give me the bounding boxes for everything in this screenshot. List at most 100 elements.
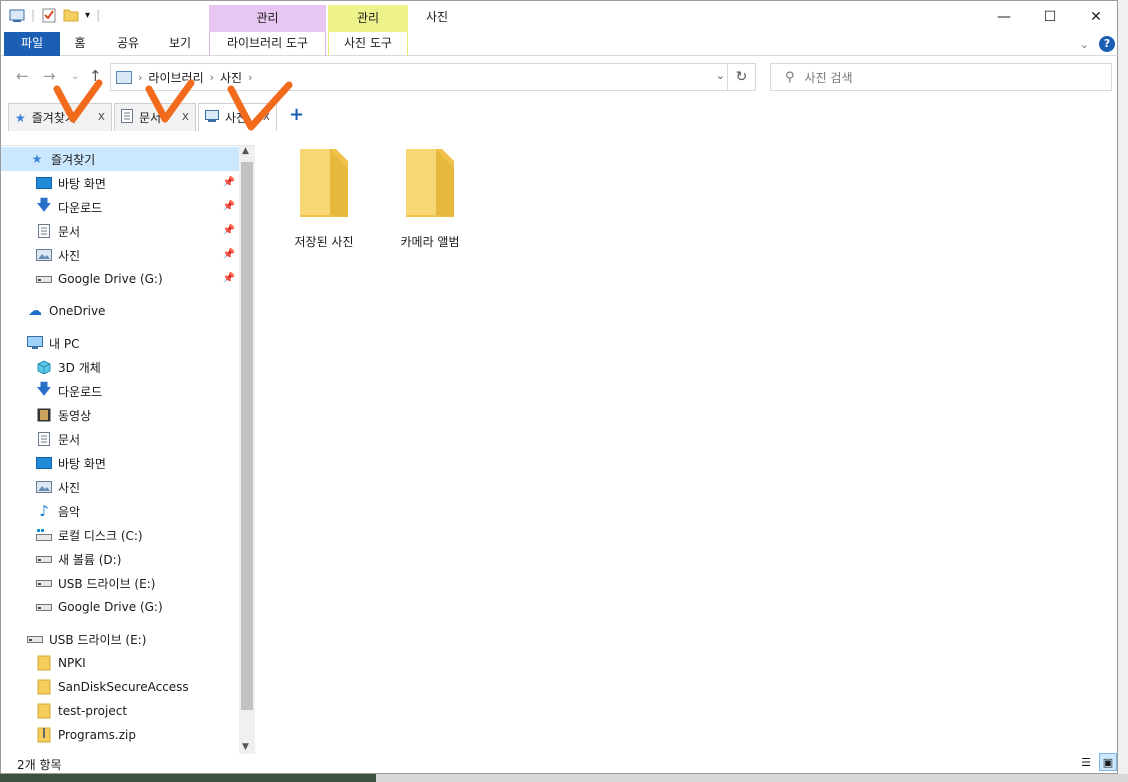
address-bar[interactable]: › 라이브러리 › 사진 › ⌄ ↻ [110,63,756,91]
new-tab-plus-icon[interactable]: + [289,104,304,125]
nav-music[interactable]: ♪ 음악 [1,499,239,523]
context-tab-manage-pictures[interactable]: 관리 [328,5,408,32]
refresh-icon[interactable]: ↻ [727,64,755,90]
pin-icon[interactable]: 📌 [223,249,235,260]
close-tab-icon[interactable]: x [98,109,105,123]
tab-pictures[interactable]: 사진 x [198,103,277,131]
pictures-icon [36,479,52,495]
title-bar: | ▾ | 관리 관리 사진 — ☐ ✕ [1,1,1119,33]
folder-saved-pictures[interactable]: 저장된 사진 [279,147,369,250]
tab-documents[interactable]: 문서 x [114,103,196,131]
pin-icon[interactable]: 📌 [223,201,235,212]
nav-videos[interactable]: 동영상 [1,403,239,427]
details-view-icon[interactable]: ☰ [1077,753,1095,771]
drive-icon [36,271,52,287]
nav-label: SanDiskSecureAccess [58,680,189,694]
nav-label: 문서 [58,432,81,447]
large-icons-view-icon[interactable]: ▣ [1099,753,1117,771]
download-arrow-icon: 🡇 [36,195,52,214]
scroll-thumb[interactable] [241,162,253,710]
tab-home[interactable]: 홈 [67,32,93,56]
desktop-icon [36,175,52,191]
minimize-button[interactable]: — [981,1,1027,33]
drive-icon [36,599,52,615]
scroll-down-icon[interactable]: ▼ [242,742,249,752]
pin-icon[interactable]: 📌 [223,177,235,188]
nav-pc-desktop[interactable]: 바탕 화면 [1,451,239,475]
nav-folder-test-project[interactable]: test-project [1,699,239,723]
nav-documents[interactable]: 문서 📌 [1,219,239,243]
nav-pictures[interactable]: 사진 📌 [1,243,239,267]
back-arrow-icon[interactable]: ← [16,67,29,85]
desktop-background-right [1118,0,1128,782]
nav-folder-npki[interactable]: NPKI [1,651,239,675]
nav-pc-pictures[interactable]: 사진 [1,475,239,499]
ribbon-tabs: 파일 홈 공유 보기 라이브러리 도구 사진 도구 ⌄ ? [1,32,1119,56]
folder-camera-roll[interactable]: 카메라 앨범 [385,147,475,250]
close-tab-icon[interactable]: x [182,109,189,123]
tab-library-tools[interactable]: 라이브러리 도구 [209,32,326,56]
help-icon[interactable]: ? [1099,36,1115,52]
expand-ribbon-icon[interactable]: ⌄ [1080,38,1089,51]
customize-qat-icon[interactable]: ▾ [85,10,90,21]
nav-label: 내 PC [49,336,80,351]
pin-icon[interactable]: 📌 [223,225,235,236]
nav-pc-downloads[interactable]: 🡇 다운로드 [1,379,239,403]
nav-usb-e[interactable]: USB 드라이브 (E:) [1,571,239,595]
breadcrumb-libraries[interactable]: 라이브러리 [142,69,209,86]
nav-label: 사진 [58,248,81,263]
nav-quick-access[interactable]: ★ 즐겨찾기 [1,147,239,171]
nav-label: test-project [58,704,128,718]
ribbon-right-controls: ⌄ ? [1080,36,1115,52]
nav-pc-documents[interactable]: 문서 [1,427,239,451]
nav-label: 동영상 [58,408,92,423]
nav-usb-drive[interactable]: USB 드라이브 (E:) [1,627,239,651]
properties-icon[interactable] [41,7,57,23]
search-input[interactable]: ⚲ 사진 검색 [770,63,1112,91]
document-icon [36,431,52,447]
folder-icon [36,679,52,695]
crumb-separator[interactable]: › [248,71,252,84]
nav-label: 다운로드 [58,384,103,399]
maximize-button[interactable]: ☐ [1027,1,1073,33]
pin-icon[interactable]: 📌 [223,273,235,284]
tab-view[interactable]: 보기 [163,32,197,56]
recent-locations-icon[interactable]: ⌄ [71,71,79,82]
tab-file[interactable]: 파일 [4,32,60,56]
nav-onedrive[interactable]: ☁ OneDrive [1,299,239,323]
nav-volume-d[interactable]: 새 볼륨 (D:) [1,547,239,571]
nav-label: NPKI [58,656,86,670]
tab-picture-tools[interactable]: 사진 도구 [328,32,408,56]
forward-arrow-icon[interactable]: → [43,67,56,85]
nav-this-pc[interactable]: 내 PC [1,331,239,355]
music-note-icon: ♪ [39,502,49,520]
new-folder-icon[interactable] [63,7,79,23]
view-toggle: ☰ ▣ [1077,753,1117,771]
nav-downloads[interactable]: 🡇 다운로드 📌 [1,195,239,219]
breadcrumb-pictures[interactable]: 사진 [214,69,248,86]
up-arrow-icon[interactable]: ↑ [89,67,102,85]
tab-favorites[interactable]: ★ 즐겨찾기 x [8,103,112,131]
zip-folder-icon [36,727,52,743]
close-tab-icon[interactable]: x [263,109,270,123]
nav-programs-zip[interactable]: Programs.zip [1,723,239,747]
address-dropdown-icon[interactable]: ⌄ [716,69,725,82]
nav-3d-objects[interactable]: 3D 개체 [1,355,239,379]
drive-icon [36,551,52,567]
computer-icon [27,335,43,351]
nav-label: USB 드라이브 (E:) [49,632,147,647]
nav-scrollbar[interactable]: ▲ ▼ [239,146,255,754]
context-tab-manage-library[interactable]: 관리 [209,5,326,32]
nav-pc-google-drive[interactable]: Google Drive (G:) [1,595,239,619]
nav-label: 즐겨찾기 [51,152,96,167]
nav-desktop[interactable]: 바탕 화면 📌 [1,171,239,195]
nav-label: Google Drive (G:) [58,600,163,614]
nav-folder-sandisk[interactable]: SanDiskSecureAccess [1,675,239,699]
nav-local-disk-c[interactable]: 로컬 디스크 (C:) [1,523,239,547]
folder-icon [296,147,352,217]
tab-share[interactable]: 공유 [111,32,145,56]
taskbar-area [376,774,1128,782]
nav-google-drive[interactable]: Google Drive (G:) 📌 [1,267,239,291]
scroll-up-icon[interactable]: ▲ [242,146,249,156]
close-button[interactable]: ✕ [1073,1,1119,33]
